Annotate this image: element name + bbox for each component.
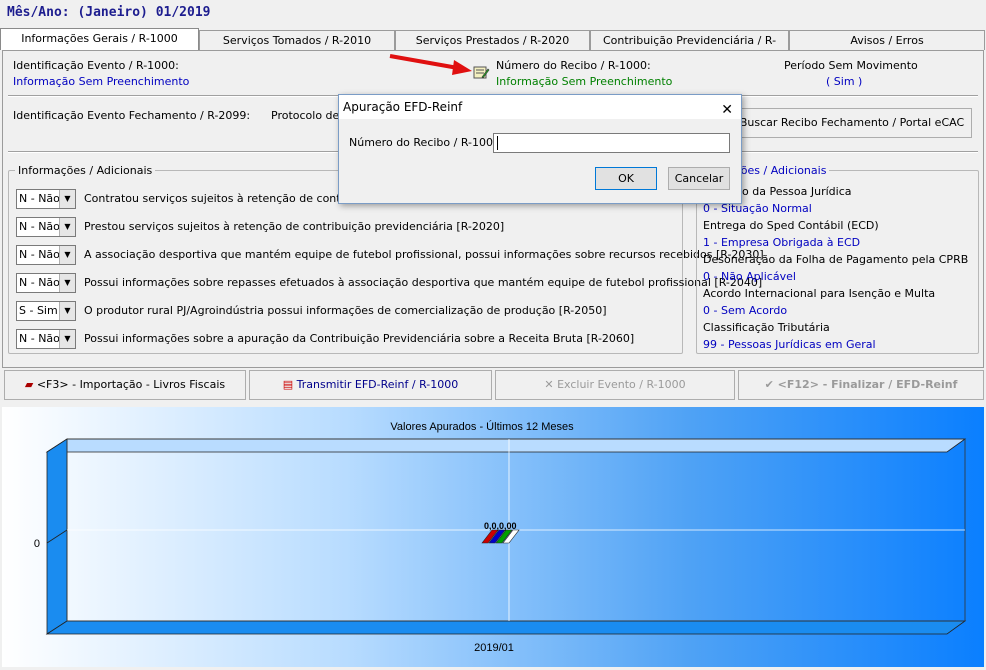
right-item-label: Acordo Internacional para Isenção e Mult… [703,287,936,300]
close-icon: ✕ [544,378,554,391]
bar-group: 0,0,0,00 [481,521,520,544]
identificacao-evento-label: Identificação Evento / R-1000: [13,59,179,72]
chart-area: Valores Apurados - Últimos 12 Meses 0 20… [2,407,984,667]
question-r2010: Contratou serviços sujeitos à retenção d… [84,192,372,205]
buscar-recibo-label: Buscar Recibo Fechamento / Portal eCAC [739,116,965,129]
book-icon: ▰ [24,378,34,391]
transmitir-button[interactable]: ▤ Transmitir EFD-Reinf / R-1000 [249,370,492,400]
right-item-value: 99 - Pessoas Jurídicas em Geral [703,338,876,351]
numero-recibo-label: Número do Recibo / R-1000: [496,59,651,72]
combo-value: N - Não [19,192,60,205]
apuracao-dialog: Apuração EFD-Reinf ✕ Número do Recibo / … [338,94,742,204]
combo-r2050[interactable]: S - Sim ▼ [16,301,76,321]
right-item-label: Classificação Tributária [703,321,830,334]
combo-r2030[interactable]: N - Não ▼ [16,245,76,265]
combo-r2020[interactable]: N - Não ▼ [16,217,76,237]
tab-avisos-erros[interactable]: Avisos / Erros [789,30,985,50]
tab-bar: Informações Gerais / R-1000 Serviços Tom… [0,28,986,66]
y-tick-label: 0 [34,538,40,550]
chevron-down-icon: ▼ [59,274,75,292]
tab-contribuicao-previdenciaria[interactable]: Contribuição Previdenciária / R-2060 [590,30,789,66]
chart-floor [45,620,967,635]
right-item-value: 1 - Empresa Obrigada à ECD [703,236,861,249]
identificacao-evento-value: Informação Sem Preenchimento [13,75,190,88]
right-item-value: 0 - Não Aplicável [703,270,796,283]
text-cursor [497,136,498,150]
tab-servicos-tomados[interactable]: Serviços Tomados / R-2010 [199,30,395,50]
month-year-label: Mês/Ano: (Janeiro) 01/2019 [7,5,211,20]
red-arrow-icon [389,54,472,75]
question-r2040: Possui informações sobre repasses efetua… [84,276,763,289]
right-item-label: Desoneração da Folha de Pagamento pela C… [703,253,969,266]
transmitir-label: Transmitir EFD-Reinf / R-1000 [296,378,459,391]
question-r2030: A associação desportiva que mantém equip… [84,248,764,261]
finalizar-button[interactable]: ✔ <F12> - Finalizar / EFD-Reinf [738,370,984,400]
combo-value: S - Sim [19,304,58,317]
numero-recibo-input[interactable] [493,133,730,153]
finalizar-label: <F12> - Finalizar / EFD-Reinf [777,378,958,391]
document-edit-icon[interactable] [472,64,490,80]
combo-value: N - Não [19,332,60,345]
dialog-title-bar: Apuração EFD-Reinf ✕ [339,95,741,119]
combo-value: N - Não [19,276,60,289]
chevron-down-icon: ▼ [59,246,75,264]
dialog-field-label: Número do Recibo / R-1000: [349,136,504,149]
combo-r2010[interactable]: N - Não ▼ [16,189,76,209]
tab-informacoes-gerais[interactable]: Informações Gerais / R-1000 [0,28,199,50]
chevron-down-icon: ▼ [59,302,75,320]
right-item-label: Entrega do Sped Contábil (ECD) [703,219,879,232]
group-title: Informações / Adicionais [18,164,153,177]
data-label: 0,0,0,00 [484,521,517,531]
x-tick-label: 2019/01 [474,642,514,654]
chevron-down-icon: ▼ [59,330,75,348]
combo-value: N - Não [19,248,60,261]
chevron-down-icon: ▼ [59,218,75,236]
ok-button[interactable]: OK [595,167,657,190]
chart-back-top [45,438,967,453]
fechamento-label: Identificação Evento Fechamento / R-2099… [13,109,251,122]
buscar-recibo-button[interactable]: Buscar Recibo Fechamento / Portal eCAC [720,108,972,138]
transmit-icon: ▤ [282,378,294,391]
excluir-label: Excluir Evento / R-1000 [557,378,686,391]
combo-r2040[interactable]: N - Não ▼ [16,273,76,293]
combo-r2060[interactable]: N - Não ▼ [16,329,76,349]
chart-svg: Valores Apurados - Últimos 12 Meses 0 20… [34,420,967,654]
right-item-value: 0 - Sem Acordo [703,304,788,317]
close-icon[interactable]: ✕ [721,98,733,122]
question-r2060: Possui informações sobre a apuração da C… [84,332,635,345]
periodo-sem-movimento-value: ( Sim ) [826,75,863,88]
excluir-button[interactable]: ✕ Excluir Evento / R-1000 [495,370,735,400]
cancel-button[interactable]: Cancelar [668,167,730,190]
importacao-button[interactable]: ▰ <F3> - Importação - Livros Fiscais [4,370,246,400]
chart-title: Valores Apurados - Últimos 12 Meses [390,420,574,433]
question-r2050: O produtor rural PJ/Agroindústria possui… [84,304,607,317]
dialog-title: Apuração EFD-Reinf [343,100,463,114]
periodo-sem-movimento-label: Período Sem Movimento [784,59,918,72]
chevron-down-icon: ▼ [59,190,75,208]
tab-servicos-prestados[interactable]: Serviços Prestados / R-2020 [395,30,590,50]
checkmark-icon: ✔ [764,378,774,391]
numero-recibo-value: Informação Sem Preenchimento [496,75,673,88]
importacao-label: <F3> - Importação - Livros Fiscais [36,378,226,391]
combo-value: N - Não [19,220,60,233]
right-item-label: o da Pessoa Jurídica [742,185,852,198]
question-r2020: Prestou serviços sujeitos à retenção de … [84,220,505,233]
